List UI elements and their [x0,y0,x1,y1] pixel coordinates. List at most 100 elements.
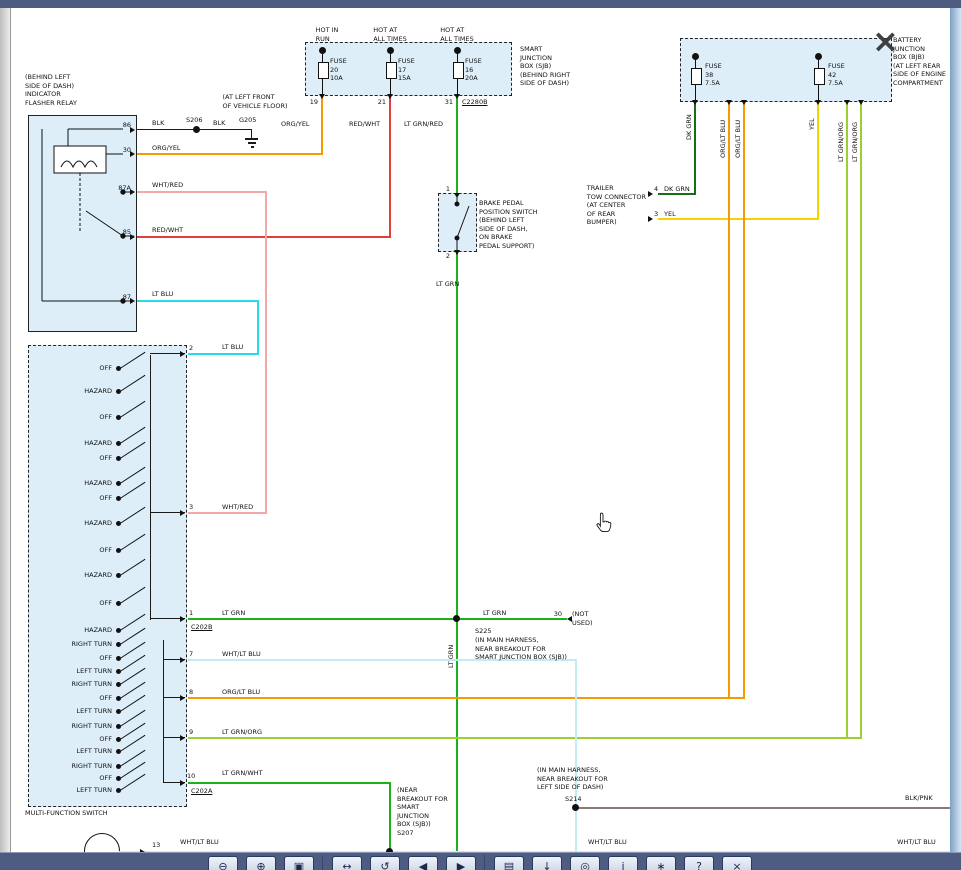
pin-marker [858,100,864,105]
wire-yel [658,218,819,220]
label-wire-lt-grn-org-1: LT GRN/ORG [222,728,262,737]
label-relay-note: (BEHIND LEFT SIDE OF DASH) INDICATOR FLA… [25,73,77,107]
zoom-in-icon[interactable]: ⊕ [246,856,276,870]
fuse-label-fuse-16: FUSE 16 20A [465,57,482,83]
mfs-switch-dot [116,628,121,633]
settings-icon[interactable]: ∗ [646,856,676,870]
label-pin-21: 21 [378,98,386,107]
help-icon[interactable]: ? [684,856,714,870]
pin-marker [130,127,135,133]
label-mfs-title: MULTI-FUNCTION SWITCH [25,809,108,818]
label-splice-s214: S214 [565,795,582,804]
label-wire-dk-grn-vert: DK GRN [685,114,694,140]
save-icon[interactable]: ↓ [532,856,562,870]
window-right-border [950,8,961,852]
mfs-row-label-10: OFF [99,599,112,608]
previous-page-icon[interactable]: ◀ [408,856,438,870]
mfs-switch-dot [116,481,121,486]
mfs-switch-dot [116,696,121,701]
mfs-row-label-19: OFF [99,735,112,744]
label-wire-org-lt-blu-1: ORG/LT BLU [222,688,260,697]
diagram-canvas[interactable]: FUSE 20 10AFUSE 17 15AFUSE 16 20AFUSE 38… [0,0,961,852]
pin-marker [567,616,572,622]
label-wire-lt-grn-2: LT GRN [222,609,245,618]
pin-marker [844,100,850,105]
mfs-switch-dot [116,776,121,781]
label-wire-lt-blu-2: LT BLU [222,343,243,352]
label-wire-wht-lt-blu-1: WHT/LT BLU [222,650,261,659]
label-sjb-pin-30: 30 [554,610,562,619]
pin-marker [319,94,325,99]
label-wire-blk-pnk: BLK/PNK [905,794,933,803]
label-wire-org-yel-2: ORG/YEL [281,120,310,129]
label-s225-note: (IN MAIN HARNESS, NEAR BREAKOUT FOR SMAR… [475,636,567,662]
mfs-switch-dot [116,389,121,394]
wire-dk-grn [694,100,696,195]
fuse-top-dot-fuse-20 [319,47,326,54]
label-wire-lt-grn-org-vert-2: LT GRN/ORG [851,122,860,162]
label-connector-c202b: C202B [191,623,212,632]
mfs-row-label-14: LEFT TURN [77,667,113,676]
label-wire-red-wht-2: RED/WHT [349,120,380,129]
wire-lt-grn-org [860,100,862,739]
wire-lt-blu [188,353,259,355]
pin-marker [692,100,698,105]
label-wire-dk-grn: DK GRN [664,185,690,194]
print-icon[interactable]: ▤ [494,856,524,870]
mfs-row-label-11: HAZARD [84,626,112,635]
label-mfs-pin-10: 10 [187,772,195,781]
wire-wht-lt-blu [575,659,577,851]
label-wire-org-yel-1: ORG/YEL [152,144,181,153]
label-wire-lt-grn-vert: LT GRN [447,645,456,668]
label-wire-lt-grn-red: LT GRN/RED [404,120,443,129]
pin-marker [648,216,653,222]
pin-marker [726,100,732,105]
mfs-row-label-0: OFF [99,364,112,373]
mfs-row-label-3: HAZARD [84,439,112,448]
label-wire-lt-grn-wht: LT GRN/WHT [222,769,263,778]
label-wire-wht-lt-blu-4: WHT/LT BLU [180,838,219,847]
pin-marker [815,100,821,105]
mfs-row-label-20: LEFT TURN [77,747,113,756]
wire-org-lt-blu [743,100,745,699]
wire-wht-red [265,191,267,514]
rotate-icon[interactable]: ↺ [370,856,400,870]
junction-dot [572,804,579,811]
mfs-switch-dot [116,656,121,661]
pan-icon[interactable]: ↔ [332,856,362,870]
label-mfs-pin-1: 1 [189,609,193,618]
mfs-switch-dot [116,724,121,729]
wire-org-yel [137,153,323,155]
wire-blk-ground [245,138,258,140]
pin-marker [454,94,460,99]
next-page-icon[interactable]: ▶ [446,856,476,870]
search-icon[interactable]: ◎ [570,856,600,870]
pin-marker [130,298,135,304]
wire-red-wht [137,236,391,238]
label-splice-s206: S206 [186,116,203,125]
label-mfs-pin-8: 8 [189,688,193,697]
pin-marker [180,616,185,622]
wire-wht-red [137,191,267,193]
close-icon[interactable]: × [872,22,899,60]
label-hot-in-run: HOT IN RUN [316,26,339,43]
label-connector-c202a: C202A [191,787,212,796]
label-wire-wht-red-2: WHT/RED [222,503,253,512]
fuse-body-fuse-17 [386,62,397,79]
mfs-switch-dot [116,366,121,371]
close-document-icon[interactable]: × [722,856,752,870]
fuse-body-fuse-38 [691,68,702,85]
pin-marker [180,735,185,741]
label-trailer-pin-4: 4 [654,185,658,194]
label-wire-org-lt-blu-vert-2: ORG/LT BLU [734,120,743,158]
fuse-body-fuse-20 [318,62,329,79]
label-wire-wht-lt-blu-3: WHT/LT BLU [897,838,936,847]
info-icon[interactable]: i [608,856,638,870]
zoom-out-icon[interactable]: ⊖ [208,856,238,870]
label-wire-red-wht-1: RED/WHT [152,226,183,235]
wire-yel [817,100,819,220]
mfs-switch-dot [116,669,121,674]
label-mfs-pin-13: 13 [152,841,160,850]
fuse-label-fuse-38: FUSE 38 7.5A [705,62,722,88]
fit-page-icon[interactable]: ▣ [284,856,314,870]
